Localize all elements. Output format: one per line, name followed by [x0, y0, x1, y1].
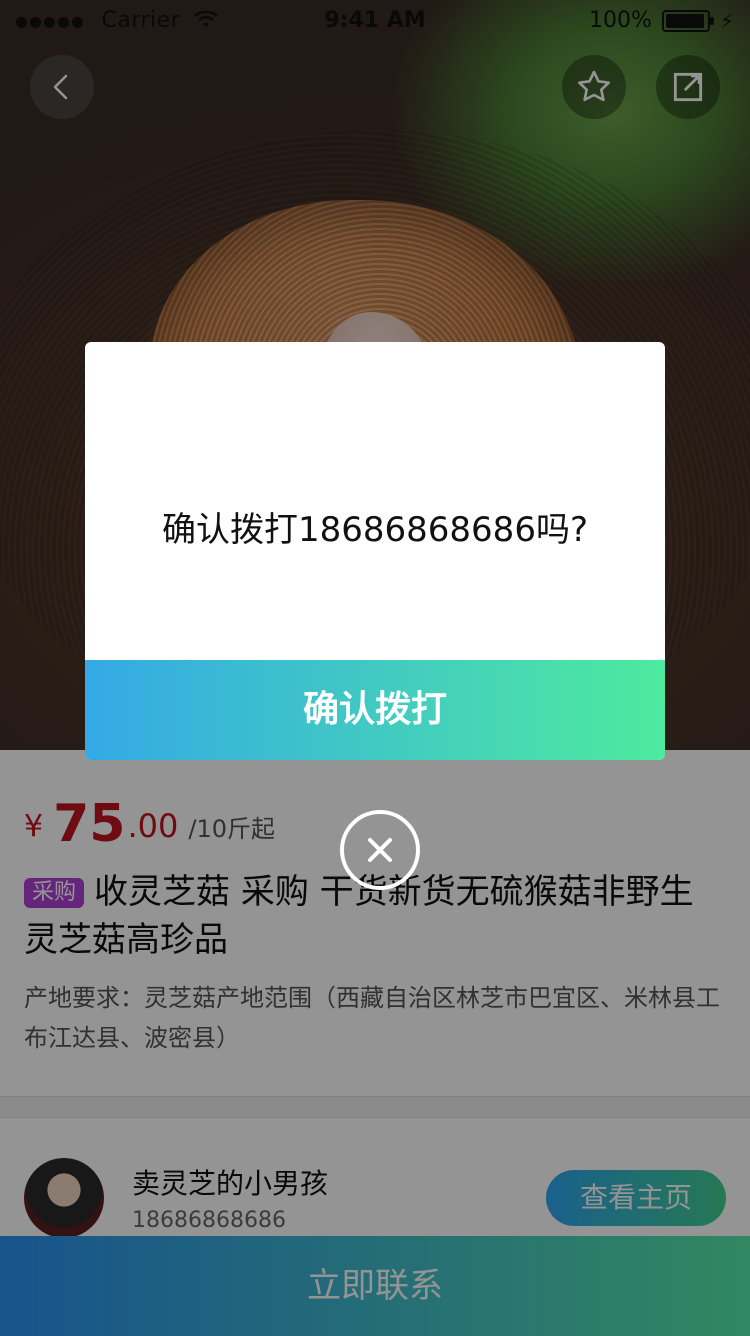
- call-confirm-dialog: 确认拨打18686868686吗? 确认拨打: [85, 342, 665, 760]
- close-button[interactable]: [340, 810, 420, 890]
- close-icon: [368, 838, 392, 862]
- confirm-call-button[interactable]: 确认拨打: [85, 660, 665, 760]
- dialog-message: 确认拨打18686868686吗?: [162, 510, 588, 550]
